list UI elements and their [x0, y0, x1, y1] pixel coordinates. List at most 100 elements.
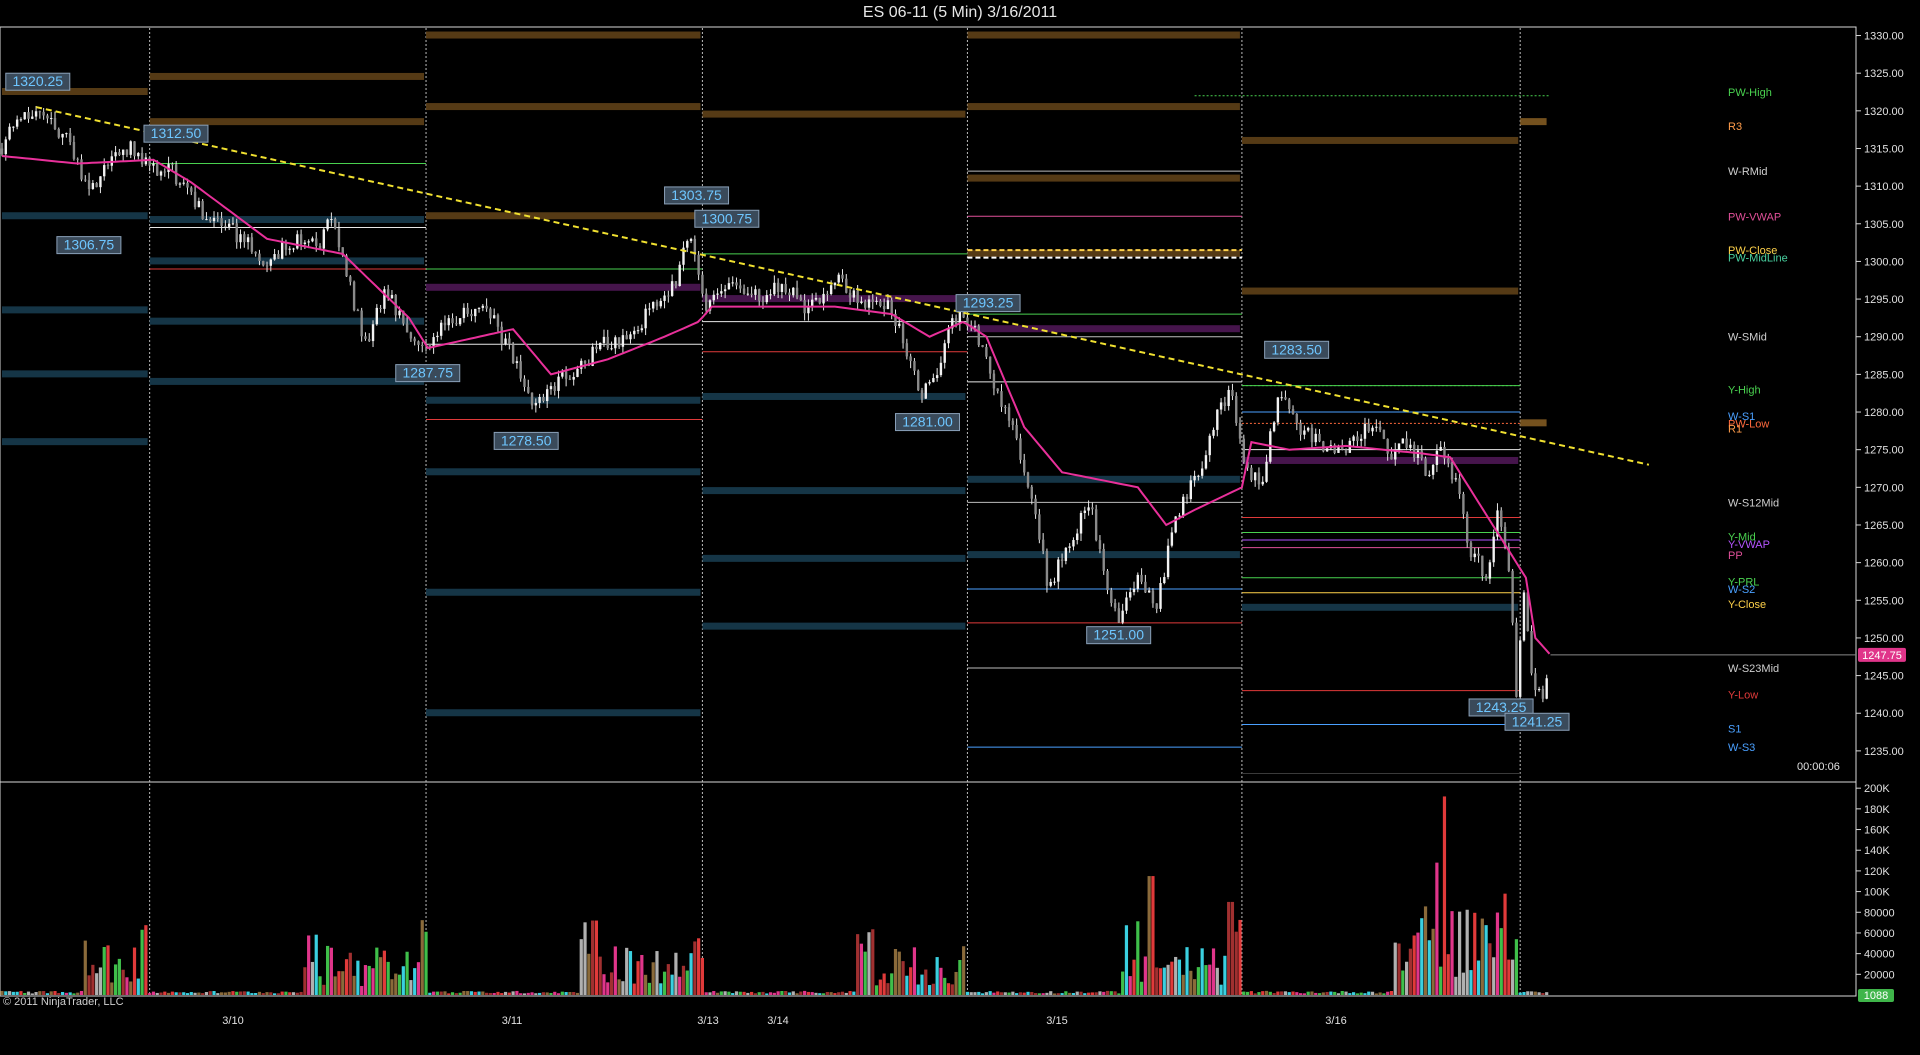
volume-bar-376 — [1423, 906, 1428, 995]
volume-tick-label: 120K — [1864, 866, 1890, 878]
volume-bar-221 — [837, 992, 841, 995]
volume-bar-10 — [38, 991, 42, 995]
volume-bar-164 — [621, 981, 625, 995]
volume-bar-254 — [962, 946, 966, 995]
candle-body-215 — [814, 297, 818, 300]
volume-bar-117 — [443, 991, 447, 995]
candle-body-95 — [360, 310, 363, 337]
volume-bar-142 — [538, 992, 542, 995]
candle-body-244 — [924, 383, 927, 399]
candle-body-167 — [633, 330, 636, 335]
candle-body-97 — [368, 338, 371, 342]
volume-bar-61 — [231, 991, 235, 995]
volume-bar-277 — [1049, 991, 1053, 995]
candle-body-343 — [1299, 422, 1302, 435]
current-price-value: 1247.75 — [1862, 650, 1902, 662]
swing-label: 1306.75 — [64, 237, 115, 253]
volume-bar-45 — [170, 991, 174, 995]
candle-body-270 — [1023, 459, 1026, 473]
volume-bar-260 — [984, 992, 988, 995]
candle-body-361 — [1367, 423, 1370, 432]
candle-body-39 — [148, 157, 151, 166]
volume-bar-315 — [1192, 979, 1197, 995]
candle-body-31 — [118, 152, 121, 155]
zone-band-17 — [426, 588, 701, 596]
candle-body-367 — [1390, 453, 1393, 460]
volume-bar-227 — [859, 943, 864, 995]
volume-bar-401 — [1518, 992, 1522, 995]
volume-bar-118 — [447, 993, 451, 995]
candle-body-122 — [462, 307, 466, 319]
candle-body-297 — [1125, 597, 1128, 611]
candle-body-321 — [1216, 409, 1219, 430]
candle-body-296 — [1121, 610, 1124, 623]
volume-bar-6 — [23, 992, 27, 995]
volume-bar-103 — [390, 979, 394, 995]
candle-body-85 — [322, 229, 326, 249]
volume-bar-311 — [1177, 959, 1182, 995]
candle-body-83 — [315, 238, 318, 246]
volume-bar-363 — [1374, 993, 1378, 995]
volume-bar-384 — [1454, 976, 1458, 995]
price-tick-label: 1305.00 — [1864, 219, 1904, 231]
volume-bar-207 — [784, 991, 788, 995]
candle-body-194 — [735, 282, 738, 286]
volume-bar-225 — [852, 991, 856, 995]
candle-body-223 — [845, 278, 848, 293]
volume-bar-309 — [1170, 961, 1174, 995]
volume-bar-205 — [776, 991, 780, 995]
volume-bar-23 — [87, 975, 91, 995]
candle-body-88 — [333, 219, 337, 229]
date-label: 3/10 — [222, 1015, 243, 1027]
candle-body-25 — [95, 183, 98, 188]
zone-band-27 — [967, 174, 1240, 182]
candle-body-405 — [1534, 673, 1537, 691]
candle-body-237 — [898, 323, 901, 327]
candle-body-312 — [1182, 496, 1185, 516]
volume-bar-406 — [1537, 992, 1541, 995]
volume-bar-51 — [193, 992, 197, 995]
candle-body-247 — [935, 375, 939, 379]
volume-bar-179 — [678, 976, 682, 995]
candle-body-391 — [1481, 555, 1484, 576]
volume-bar-130 — [492, 992, 496, 995]
volume-bar-399 — [1511, 959, 1515, 995]
volume-bar-24 — [91, 964, 95, 995]
volume-bar-161 — [609, 972, 614, 995]
price-volume-chart[interactable]: 1247.75 1235.00 1240.00 1245.00 1250.00 1255.… — [0, 0, 1920, 1055]
level-label: W-S12Mid — [1728, 497, 1779, 509]
volume-bar-44 — [166, 992, 171, 995]
candle-body-267 — [1011, 420, 1015, 425]
candle-body-174 — [659, 300, 662, 307]
zone-band-24 — [702, 622, 966, 630]
volume-bar-60 — [227, 991, 231, 995]
candle-body-281 — [1064, 547, 1068, 561]
volume-bar-43 — [163, 991, 167, 995]
candle-body-384 — [1454, 478, 1458, 480]
volume-bar-306 — [1158, 968, 1163, 995]
volume-bar-101 — [382, 950, 386, 995]
volume-bar-229 — [867, 932, 871, 995]
candle-body-67 — [254, 251, 257, 254]
volume-bar-196 — [742, 991, 746, 995]
zone-band-18 — [426, 709, 701, 717]
candle-body-20 — [76, 158, 79, 160]
zone-band-33 — [1241, 287, 1519, 295]
volume-bar-194 — [734, 991, 739, 995]
candle-body-269 — [1019, 438, 1022, 460]
volume-bar-382 — [1446, 954, 1450, 995]
volume-tick-label: 100K — [1864, 887, 1890, 899]
candle-body-96 — [364, 336, 367, 339]
candle-body-362 — [1371, 427, 1374, 432]
volume-bar-35 — [132, 947, 137, 995]
candle-body-69 — [262, 260, 265, 266]
candle-body-355 — [1344, 449, 1348, 453]
copyright-notice: © 2011 NinjaTrader, LLC — [3, 996, 124, 1008]
swing-label: 1251.00 — [1093, 627, 1144, 643]
volume-bar-98 — [371, 968, 375, 995]
volume-bar-198 — [750, 991, 754, 995]
candle-body-394 — [1492, 536, 1495, 563]
volume-bar-67 — [254, 992, 258, 995]
volume-bar-322 — [1219, 984, 1223, 995]
candle-body-5 — [19, 119, 23, 121]
